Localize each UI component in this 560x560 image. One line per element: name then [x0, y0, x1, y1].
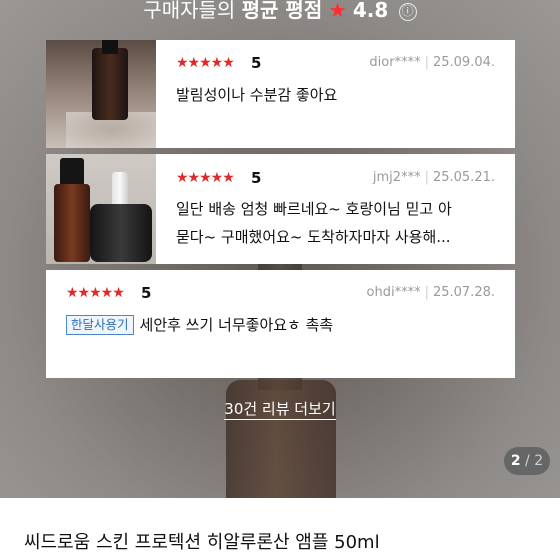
- review-tag-badge: 한달사용기: [66, 315, 134, 335]
- review-photo[interactable]: [46, 154, 156, 264]
- more-reviews-label: 30건 리뷰 더보기: [224, 400, 336, 420]
- star-rating-icon: ★★★★★: [176, 55, 235, 71]
- review-user: jmj2***: [372, 170, 421, 185]
- review-meta: dior**** | 25.09.04.: [369, 55, 495, 71]
- review-date: 25.05.21.: [432, 170, 495, 185]
- info-icon[interactable]: ⓘ: [398, 3, 417, 21]
- star-rating-icon: ★★★★★: [176, 170, 235, 186]
- meta-divider: |: [424, 170, 429, 185]
- review-photo[interactable]: [46, 40, 156, 148]
- review-card[interactable]: ★★★★★ 5 dior**** | 25.09.04. 발림성이나 수분감 좋아요: [46, 40, 515, 148]
- meta-divider: |: [424, 55, 429, 70]
- photo-jar: [90, 204, 152, 262]
- review-date: 25.07.28.: [432, 285, 495, 300]
- average-score: 4.8: [352, 0, 389, 22]
- review-score: 5: [141, 284, 152, 302]
- review-score: 5: [251, 54, 262, 72]
- meta-divider: |: [424, 285, 429, 300]
- star-icon: ★: [328, 0, 347, 22]
- review-date: 25.09.04.: [432, 55, 495, 70]
- review-card[interactable]: ★★★★★ 5 ohdi**** | 25.07.28. 한달사용기 세안후 쓰기 너…: [46, 270, 515, 378]
- rating-prefix: 구매자들의: [143, 0, 236, 22]
- review-user: ohdi****: [366, 285, 421, 300]
- more-reviews-link[interactable]: 30건 리뷰 더보기: [0, 398, 560, 420]
- pager-total: 2: [534, 453, 544, 469]
- pager-separator: /: [525, 453, 530, 469]
- image-pager-badge: 2 / 2: [504, 447, 550, 475]
- review-user: dior****: [369, 55, 421, 70]
- product-image-carousel[interactable]: 구매자들의 평균 평점 ★ 4.8 ⓘ ★★★★★ 5 dior**** | 25.…: [0, 0, 560, 498]
- photo-bottle: [54, 184, 90, 262]
- product-title: 씨드로움 스킨 프로텍션 히알루론산 앰플 50ml: [24, 532, 380, 553]
- review-text-line-2: 묻다~ 구매했어요~ 도착하자마자 사용해...: [176, 228, 451, 246]
- review-text: 세안후 쓰기 너무좋아요ㅎ 촉촉: [139, 316, 334, 334]
- review-card[interactable]: ★★★★★ 5 jmj2*** | 25.05.21. 일단 배송 엄청 빠르네요~…: [46, 154, 515, 264]
- photo-dropper: [112, 172, 128, 208]
- review-meta: ohdi**** | 25.07.28.: [367, 285, 495, 301]
- review-text-row: 한달사용기 세안후 쓰기 너무좋아요ㅎ 촉촉: [66, 313, 333, 337]
- review-meta: jmj2*** | 25.05.21.: [373, 170, 495, 186]
- star-rating-icon: ★★★★★: [66, 285, 125, 301]
- photo-bottle: [92, 48, 128, 120]
- pager-current: 2: [510, 453, 521, 469]
- rating-label: 평균 평점: [241, 0, 323, 22]
- review-text: 발림성이나 수분감 좋아요: [176, 86, 338, 104]
- review-score: 5: [251, 169, 262, 187]
- review-text-line-1: 일단 배송 엄청 빠르네요~ 호랑이님 믿고 아: [176, 200, 452, 218]
- average-rating-header: 구매자들의 평균 평점 ★ 4.8 ⓘ: [0, 0, 560, 24]
- photo-cap: [102, 40, 118, 54]
